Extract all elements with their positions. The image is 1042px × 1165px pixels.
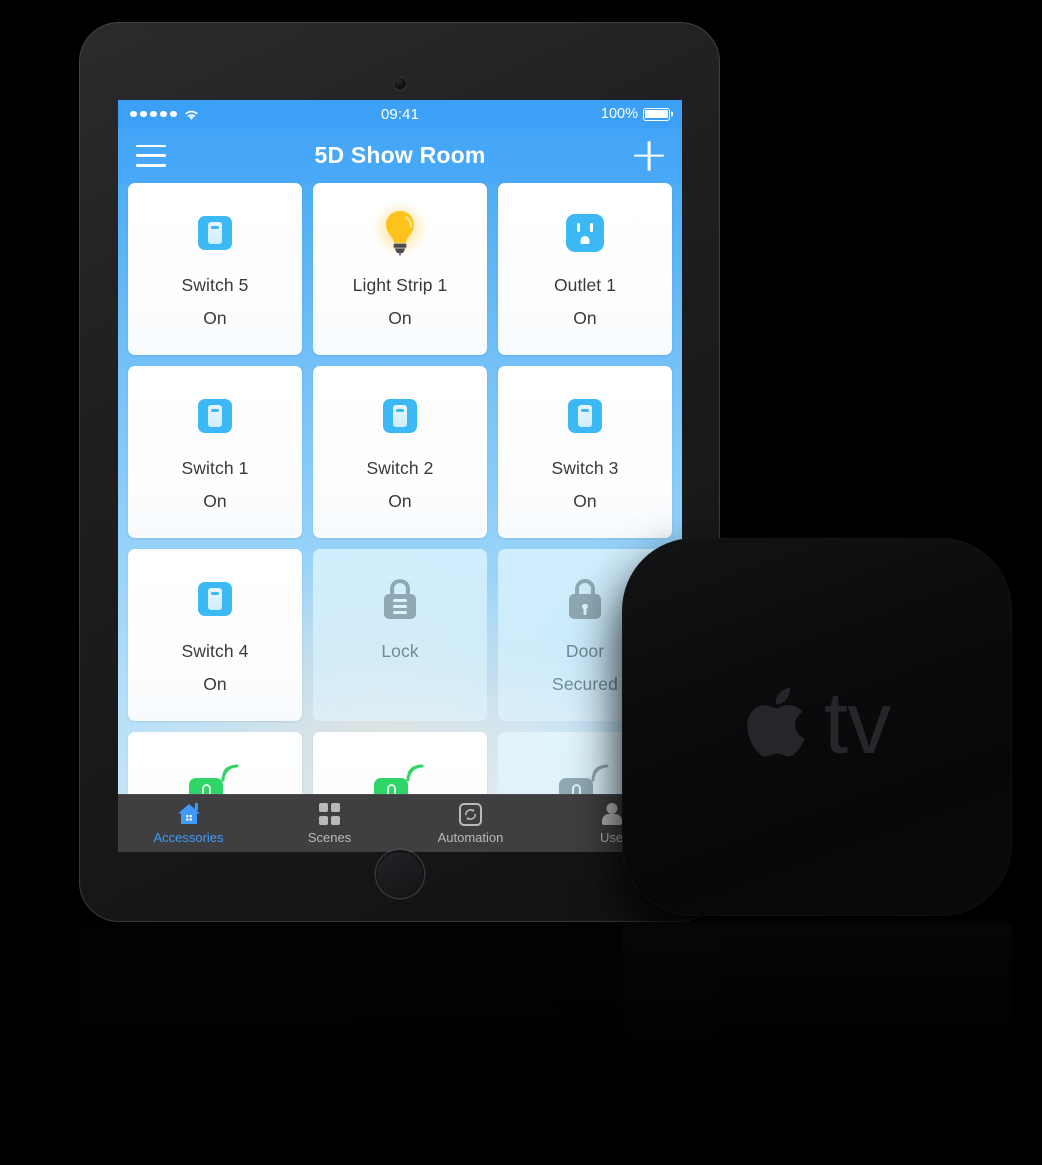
padlock-keyhole-icon [567, 571, 603, 627]
home-button[interactable] [375, 850, 424, 898]
accessory-tile-switch-3[interactable]: Switch 3 On [498, 366, 672, 538]
accessory-name: Door [565, 641, 605, 661]
apple-logo-icon [747, 687, 805, 757]
accessory-state: On [573, 491, 597, 511]
light-switch-icon [198, 388, 232, 444]
accessory-state: On [203, 308, 227, 328]
accessory-name: Switch 1 [181, 458, 249, 478]
signal-dots-icon [130, 110, 177, 118]
accessory-tile-switch-5[interactable]: Switch 5 On [128, 183, 302, 355]
light-switch-icon [383, 388, 417, 444]
status-bar-time: 09:41 [380, 105, 420, 123]
hamburger-menu-icon[interactable] [136, 144, 166, 167]
accessory-tile-switch-2[interactable]: Switch 2 On [313, 366, 487, 538]
accessory-name: Switch 3 [551, 458, 619, 478]
page-title: 5D Show Room [314, 142, 486, 168]
tab-label: Use [599, 830, 624, 845]
accessory-name: Outlet 1 [553, 275, 617, 295]
apple-tv-device: tv [622, 538, 1012, 916]
tab-bar: Accessories Scenes Automation Use [118, 794, 682, 852]
nav-bar: 5D Show Room [118, 128, 682, 183]
accessory-tile-lock[interactable]: Lock [313, 549, 487, 721]
light-bulb-icon [372, 202, 428, 261]
padlock-icon [382, 571, 418, 627]
light-switch-icon [568, 388, 602, 444]
camera-dot-icon [394, 78, 405, 89]
accessory-tile-light-strip-1[interactable]: Light Strip 1 On [313, 183, 487, 355]
accessory-tile-switch-4[interactable]: Switch 4 On [128, 549, 302, 721]
apple-tv-logo: tv [744, 673, 891, 772]
light-switch-icon [198, 571, 232, 627]
accessory-name: Switch 4 [181, 641, 249, 661]
tab-label: Automation [437, 830, 504, 845]
person-icon [601, 801, 623, 827]
scene: 09:41 100% 5D Show Room Switch 5 On Ligh… [0, 0, 1042, 1165]
tab-scenes[interactable]: Scenes [259, 801, 400, 845]
accessory-state: On [388, 308, 412, 328]
tablet-screen: 09:41 100% 5D Show Room Switch 5 On Ligh… [118, 100, 682, 852]
wifi-icon [184, 110, 198, 120]
plus-icon[interactable] [634, 141, 664, 171]
accessory-state: Secured [552, 674, 618, 694]
accessory-name: Switch 5 [181, 275, 249, 295]
outlet-icon [566, 205, 604, 261]
accessory-name: Switch 2 [366, 458, 434, 478]
house-icon [176, 801, 202, 827]
tab-label: Accessories [153, 830, 224, 845]
apple-tv-wordmark: tv [823, 673, 891, 772]
apple-tv-reflection [622, 922, 1012, 1122]
battery-percent-label: 100% [600, 106, 638, 122]
status-bar-right: 100% [601, 106, 670, 122]
accessory-state: On [388, 491, 412, 511]
status-bar: 09:41 100% [118, 100, 682, 128]
accessory-tile-switch-1[interactable]: Switch 1 On [128, 366, 302, 538]
refresh-loop-icon [459, 801, 482, 827]
accessory-state: On [203, 491, 227, 511]
accessory-name: Light Strip 1 [352, 275, 448, 295]
accessory-state: On [573, 308, 597, 328]
tab-accessories[interactable]: Accessories [118, 801, 259, 845]
accessory-name: Lock [381, 641, 419, 661]
tab-automation[interactable]: Automation [400, 801, 541, 845]
status-bar-left [130, 108, 200, 121]
light-switch-icon [198, 205, 232, 261]
battery-full-icon [643, 107, 670, 121]
accessory-tile-outlet-1[interactable]: Outlet 1 On [498, 183, 672, 355]
accessory-state: On [203, 674, 227, 694]
accessories-grid: Switch 5 On Light Strip 1 On Outlet 1 On… [118, 183, 682, 852]
grid-squares-icon [318, 801, 341, 827]
tab-label: Scenes [307, 830, 352, 845]
